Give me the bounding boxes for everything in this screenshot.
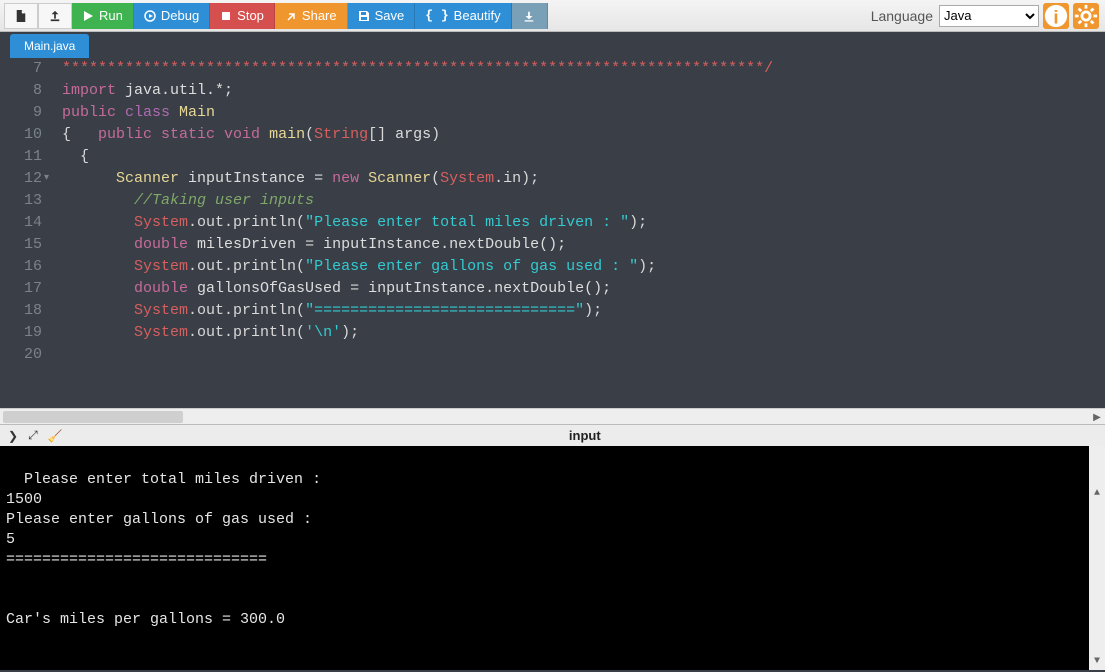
code-line[interactable]: //Taking user inputs — [62, 190, 1105, 212]
language-select[interactable]: Java — [939, 5, 1039, 27]
console-output[interactable]: Please enter total miles driven : 1500 P… — [0, 446, 1105, 670]
upload-button[interactable] — [38, 3, 72, 29]
info-button[interactable]: i — [1043, 3, 1069, 29]
share-icon — [285, 10, 297, 22]
code-line[interactable]: System.out.println("Please enter gallons… — [62, 256, 1105, 278]
play-icon — [82, 10, 94, 22]
download-button[interactable] — [512, 3, 548, 29]
svg-text:i: i — [1053, 6, 1058, 27]
tab-bar: Main.java — [0, 32, 1105, 58]
console-text: Please enter total miles driven : 1500 P… — [6, 471, 330, 628]
beautify-button[interactable]: { } Beautify — [415, 3, 511, 29]
file-icon — [15, 10, 27, 22]
code-line[interactable]: System.out.println("====================… — [62, 300, 1105, 322]
debug-button[interactable]: Debug — [134, 3, 210, 29]
language-label: Language — [871, 8, 933, 24]
code-line[interactable]: import java.util.*; — [62, 80, 1105, 102]
scroll-down-arrow[interactable]: ▼ — [1089, 654, 1105, 670]
console-title: input — [73, 428, 1097, 443]
download-icon — [523, 10, 535, 22]
scroll-right-arrow[interactable]: ▶ — [1089, 409, 1105, 425]
editor-horizontal-scrollbar[interactable]: ◀ ▶ — [0, 408, 1105, 424]
new-file-button[interactable] — [4, 3, 38, 29]
beautify-label: Beautify — [454, 8, 501, 23]
code-line[interactable]: { — [62, 146, 1105, 168]
code-line[interactable]: { public static void main(String[] args) — [62, 124, 1105, 146]
toolbar: Run Debug Stop Share Save { } Beautify L… — [0, 0, 1105, 32]
code-content[interactable]: ****************************************… — [62, 58, 1105, 344]
info-icon: i — [1043, 3, 1069, 29]
gear-icon — [1073, 3, 1099, 29]
line-gutter: 789101112▾1314151617181920 — [0, 58, 58, 366]
stop-icon — [220, 10, 232, 22]
save-button[interactable]: Save — [348, 3, 416, 29]
run-button[interactable]: Run — [72, 3, 134, 29]
code-line[interactable]: public class Main — [62, 102, 1105, 124]
console-expand-icon[interactable]: ⤢ — [28, 428, 38, 443]
console-vertical-scrollbar[interactable]: ▲ ▼ — [1089, 446, 1105, 670]
stop-button[interactable]: Stop — [210, 3, 275, 29]
braces-icon: { } — [425, 8, 448, 23]
save-label: Save — [375, 8, 405, 23]
code-line[interactable]: System.out.println('\n'); — [62, 322, 1105, 344]
scroll-up-arrow[interactable]: ▲ — [1089, 486, 1105, 502]
code-line[interactable]: double milesDriven = inputInstance.nextD… — [62, 234, 1105, 256]
run-label: Run — [99, 8, 123, 23]
debug-label: Debug — [161, 8, 199, 23]
tab-main-java[interactable]: Main.java — [10, 34, 89, 58]
code-line[interactable]: double gallonsOfGasUsed = inputInstance.… — [62, 278, 1105, 300]
console-clear-icon[interactable]: 🧹 — [48, 429, 63, 443]
share-button[interactable]: Share — [275, 3, 348, 29]
upload-icon — [49, 10, 61, 22]
console-toolbar: ❯ ⤢ 🧹 input — [0, 424, 1105, 446]
settings-button[interactable] — [1073, 3, 1099, 29]
share-label: Share — [302, 8, 337, 23]
console-collapse-icon[interactable]: ❯ — [8, 429, 18, 443]
code-editor[interactable]: 789101112▾1314151617181920 *************… — [0, 58, 1105, 408]
code-line[interactable]: ****************************************… — [62, 58, 1105, 80]
code-line[interactable]: Scanner inputInstance = new Scanner(Syst… — [62, 168, 1105, 190]
stop-label: Stop — [237, 8, 264, 23]
save-icon — [358, 10, 370, 22]
debug-icon — [144, 10, 156, 22]
code-line[interactable]: System.out.println("Please enter total m… — [62, 212, 1105, 234]
scroll-thumb[interactable] — [3, 411, 183, 423]
